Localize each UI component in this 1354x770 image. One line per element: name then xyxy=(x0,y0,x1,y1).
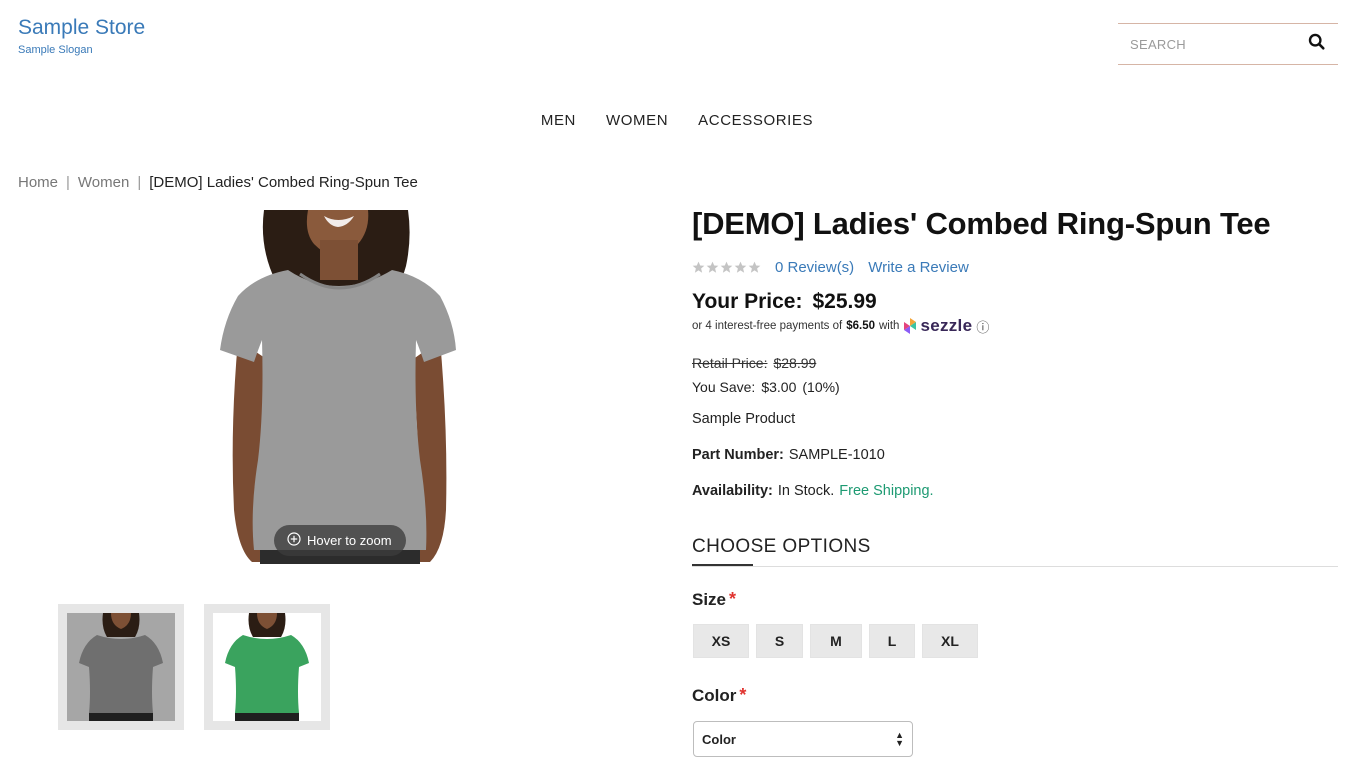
color-select-value: Color xyxy=(702,731,736,747)
sezzle-amount: $6.50 xyxy=(846,320,875,332)
hover-to-zoom-hint: Hover to zoom xyxy=(274,525,406,556)
sezzle-mark-icon xyxy=(904,318,917,334)
product-main-image[interactable] xyxy=(208,210,470,564)
select-arrows-icon: ▲ ▼ xyxy=(895,730,904,748)
retail-price-row: Retail Price: $28.99 xyxy=(692,355,816,371)
search-input[interactable] xyxy=(1130,36,1290,52)
size-label: Size * xyxy=(692,589,736,610)
breadcrumb-current: [DEMO] Ladies' Combed Ring-Spun Tee xyxy=(149,174,418,191)
nav-item-accessories[interactable]: ACCESSORIES xyxy=(698,112,813,129)
availability-row: Availability: In Stock. Free Shipping. xyxy=(692,483,934,499)
breadcrumb-separator: | xyxy=(137,174,142,191)
star-icon xyxy=(748,261,761,273)
thumbnail-gray[interactable] xyxy=(58,604,184,730)
breadcrumb: Home | Women | [DEMO] Ladies' Combed Rin… xyxy=(18,174,418,191)
required-mark: * xyxy=(729,589,737,609)
star-icon xyxy=(720,261,733,273)
sezzle-prefix: or 4 interest-free payments of xyxy=(692,320,843,332)
you-save-row: You Save: $3.00 (10%) xyxy=(692,379,840,395)
size-option-m[interactable]: M xyxy=(810,624,862,658)
nav-item-men[interactable]: MEN xyxy=(541,112,576,129)
breadcrumb-separator: | xyxy=(66,174,70,191)
price-label: Your Price: xyxy=(692,290,803,313)
you-save-percent: (10%) xyxy=(802,379,840,395)
sezzle-installments: or 4 interest-free payments of $6.50 wit… xyxy=(692,316,989,336)
search-icon[interactable] xyxy=(1308,33,1326,56)
search-box xyxy=(1118,23,1338,65)
sezzle-brand: sezzle xyxy=(920,316,973,335)
star-rating xyxy=(692,261,761,274)
star-icon xyxy=(734,261,747,273)
availability-value: In Stock. xyxy=(777,483,835,499)
size-label-text: Size xyxy=(692,590,727,609)
part-number-label: Part Number: xyxy=(692,447,784,463)
size-option-xl[interactable]: XL xyxy=(922,624,978,658)
part-number-row: Part Number: SAMPLE-1010 xyxy=(692,447,885,463)
free-shipping-text: Free Shipping. xyxy=(839,483,934,499)
zoom-in-icon xyxy=(287,532,301,549)
size-option-xs[interactable]: XS xyxy=(693,624,749,658)
required-mark: * xyxy=(739,685,747,705)
sezzle-logo[interactable]: sezzle xyxy=(903,316,972,336)
size-options: XS S M L XL xyxy=(693,624,978,658)
retail-price-value: $28.99 xyxy=(773,355,817,371)
product-title: [DEMO] Ladies' Combed Ring-Spun Tee xyxy=(692,206,1271,241)
store-logo-name[interactable]: Sample Store xyxy=(18,16,145,40)
star-icon xyxy=(692,261,705,273)
star-icon xyxy=(706,261,719,273)
write-review-link[interactable]: Write a Review xyxy=(868,259,969,276)
breadcrumb-women[interactable]: Women xyxy=(78,174,129,191)
breadcrumb-home[interactable]: Home xyxy=(18,174,58,191)
product-description: Sample Product xyxy=(692,411,796,427)
choose-options-heading: CHOOSE OPTIONS xyxy=(692,536,871,557)
color-select[interactable]: Color ▲ ▼ xyxy=(693,721,913,757)
rating-row: 0 Review(s) Write a Review xyxy=(692,259,969,276)
you-save-label: You Save: xyxy=(692,379,756,395)
reviews-link[interactable]: 0 Review(s) xyxy=(775,259,854,276)
color-label: Color * xyxy=(692,685,746,706)
zoom-hint-text: Hover to zoom xyxy=(307,533,392,548)
size-option-s[interactable]: S xyxy=(756,624,803,658)
price-value: $25.99 xyxy=(812,290,877,313)
size-option-l[interactable]: L xyxy=(869,624,915,658)
main-nav: MEN WOMEN ACCESSORIES xyxy=(0,112,1354,129)
availability-label: Availability: xyxy=(692,483,773,499)
sezzle-with: with xyxy=(879,320,900,332)
info-icon[interactable]: ⓘ xyxy=(976,317,989,336)
you-save-value: $3.00 xyxy=(761,379,797,395)
thumbnail-green[interactable] xyxy=(204,604,330,730)
part-number-value: SAMPLE-1010 xyxy=(788,447,885,463)
color-label-text: Color xyxy=(692,686,737,705)
options-divider xyxy=(692,566,1338,567)
price-row: Your Price: $25.99 xyxy=(692,290,877,314)
retail-price-label: Retail Price: xyxy=(692,355,768,371)
nav-item-women[interactable]: WOMEN xyxy=(606,112,668,129)
options-divider-accent xyxy=(692,564,753,566)
store-slogan: Sample Slogan xyxy=(18,44,93,56)
